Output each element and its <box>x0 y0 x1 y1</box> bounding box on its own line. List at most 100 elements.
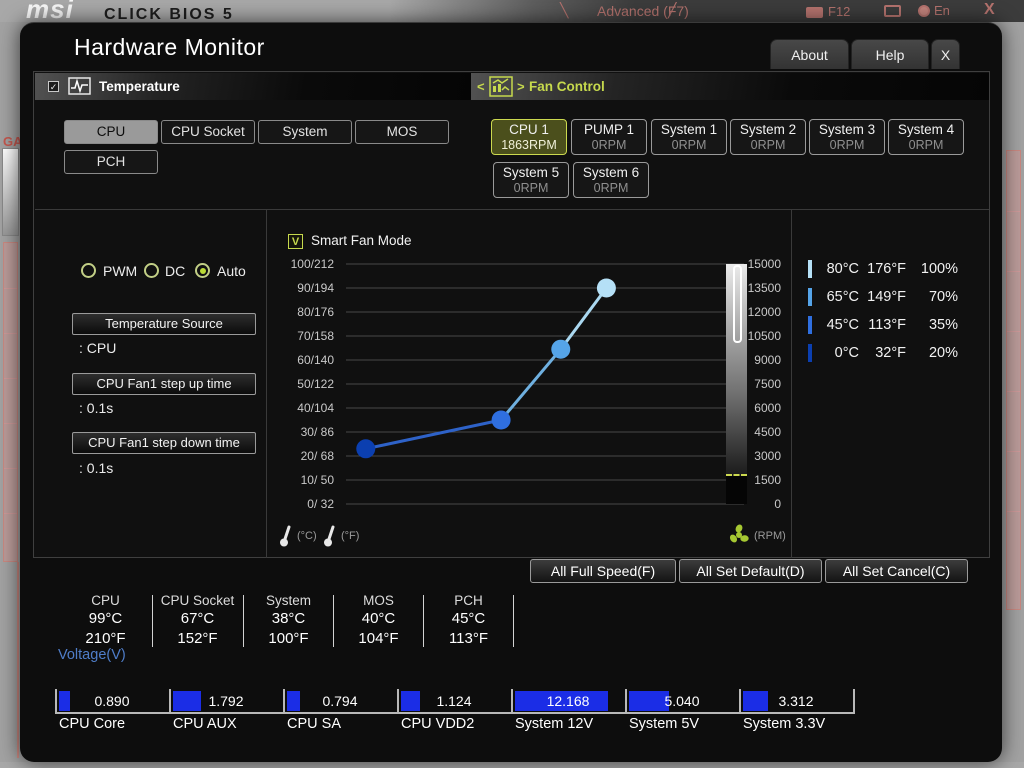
fan-curve-point[interactable] <box>491 410 511 430</box>
all-full-speed-button[interactable]: All Full Speed(F) <box>530 559 676 583</box>
monitor-panel: ✓ Temperature < > Fan Control CPU CPU So… <box>33 71 990 558</box>
radio-pwm-label: PWM <box>103 263 138 279</box>
bios-side-widget <box>2 148 19 236</box>
fan-curve-segment <box>559 287 608 351</box>
decor-slash-right: ╱ <box>668 2 677 18</box>
smart-fan-mode-label: Smart Fan Mode <box>311 233 412 248</box>
fan-name: PUMP 1 <box>583 122 635 137</box>
radio-auto[interactable] <box>195 263 210 278</box>
fan-system4-button[interactable]: System 4 0RPM <box>888 119 964 155</box>
rpm-axis-tick: 9000 <box>754 353 781 367</box>
rpm-axis-tick: 10500 <box>747 329 781 343</box>
temperature-axis-labels: 100/212 90/194 80/176 70/158 60/140 50/122 40/… <box>272 256 334 516</box>
bios-bottom-bar <box>0 762 1024 768</box>
step-up-time-value: : 0.1s <box>79 400 114 416</box>
tab-cpu-socket[interactable]: CPU Socket <box>161 120 255 144</box>
radio-pwm[interactable] <box>81 263 96 278</box>
about-button[interactable]: About <box>770 39 849 69</box>
voltage-section-title: Voltage(V) <box>58 647 126 663</box>
fan-curve-chart[interactable] <box>344 258 749 510</box>
temperature-source-button[interactable]: Temperature Source <box>72 313 256 335</box>
status-separator <box>513 595 514 647</box>
screenshot-icon[interactable] <box>806 7 823 18</box>
voltage-value: 1.792 <box>208 693 244 709</box>
voltage-name: CPU Core <box>59 716 126 732</box>
status-name: CPU Socket <box>160 593 235 608</box>
close-button[interactable]: X <box>931 39 960 69</box>
step-down-time-button[interactable]: CPU Fan1 step down time <box>72 432 256 454</box>
fan-name: System 6 <box>582 165 640 180</box>
status-mos: MOS 40°C 104°F <box>333 593 424 649</box>
chevron-right-icon[interactable]: > <box>517 79 525 94</box>
voltage-value: 3.312 <box>778 693 814 709</box>
temperature-graph-icon <box>68 77 91 95</box>
voltage-name: System 3.3V <box>743 716 826 732</box>
status-cpu-socket: CPU Socket 67°C 152°F <box>152 593 243 649</box>
fan-system5-button[interactable]: System 5 0RPM <box>493 162 569 198</box>
bios-right-panel-edge <box>1006 150 1021 610</box>
language-label: En <box>934 3 950 18</box>
temperature-section-header: ✓ Temperature <box>35 73 471 100</box>
voltage-name: System 5V <box>629 716 700 732</box>
rpm-axis-tick: 4500 <box>754 425 781 439</box>
fan-cpu1-button[interactable]: CPU 1 1863RPM <box>491 119 567 155</box>
celsius-unit-label: (°C) <box>297 530 317 542</box>
monitor-icon[interactable] <box>884 5 901 17</box>
temperature-source-value: : CPU <box>79 340 117 356</box>
voltage-rail-system-3v3: 3.312 System 3.3V <box>739 689 853 735</box>
chevron-left-icon[interactable]: < <box>477 79 485 94</box>
rpm-axis-tick: 0 <box>774 497 781 511</box>
fan-curve-point[interactable] <box>356 439 376 459</box>
status-fahrenheit: 113°F <box>448 630 489 647</box>
status-system: System 38°C 100°F <box>243 593 334 649</box>
duty-temp-c: 80°C <box>826 261 859 277</box>
temperature-axis-tick: 90/194 <box>297 281 334 295</box>
voltage-name: CPU AUX <box>173 716 237 732</box>
panel-divider-right <box>791 209 792 558</box>
fan-curve-point[interactable] <box>551 339 571 359</box>
fan-control-section-label: Fan Control <box>529 79 605 94</box>
voltage-name: System 12V <box>515 716 594 732</box>
fan-system6-button[interactable]: System 6 0RPM <box>573 162 649 198</box>
voltage-value: 0.890 <box>94 693 130 709</box>
celsius-thermometer-icon <box>280 525 291 547</box>
status-celsius: 45°C <box>451 610 486 627</box>
language-icon[interactable] <box>918 5 930 17</box>
step-up-time-button[interactable]: CPU Fan1 step up time <box>72 373 256 395</box>
duty-percent: 20% <box>928 345 958 361</box>
fan-pump1-button[interactable]: PUMP 1 0RPM <box>571 119 647 155</box>
duty-percent: 35% <box>928 317 958 333</box>
status-name: PCH <box>454 593 483 608</box>
status-name: CPU <box>91 593 120 608</box>
fan-curve-point[interactable] <box>596 278 616 298</box>
fan-system1-button[interactable]: System 1 0RPM <box>651 119 727 155</box>
radio-dc[interactable] <box>144 263 159 278</box>
duty-temp-f: 32°F <box>875 345 906 361</box>
rpm-axis-tick: 7500 <box>754 377 781 391</box>
fan-name: System 5 <box>502 165 560 180</box>
voltage-rail-system-5v: 5.040 System 5V <box>625 689 739 735</box>
temperature-axis-tick: 60/140 <box>297 353 334 367</box>
fan-system2-button[interactable]: System 2 0RPM <box>730 119 806 155</box>
tab-pch[interactable]: PCH <box>64 150 158 174</box>
tab-system[interactable]: System <box>258 120 352 144</box>
fan-system3-button[interactable]: System 3 0RPM <box>809 119 885 155</box>
fan-rpm: 0RPM <box>908 138 944 152</box>
rpm-axis-tick: 13500 <box>747 281 781 295</box>
temperature-checkbox[interactable]: ✓ <box>48 81 59 92</box>
tab-cpu[interactable]: CPU <box>64 120 158 144</box>
smart-fan-mode-checkbox[interactable]: V <box>288 234 303 249</box>
status-fahrenheit: 104°F <box>358 630 399 647</box>
voltage-name: CPU SA <box>287 716 341 732</box>
fan-rpm: 1863RPM <box>501 138 557 152</box>
temperature-axis-tick: 40/104 <box>297 401 334 415</box>
all-set-default-button[interactable]: All Set Default(D) <box>679 559 822 583</box>
voltage-rail-cpu-core: 0.890 CPU Core <box>55 689 169 735</box>
help-button[interactable]: Help <box>851 39 929 69</box>
bios-left-edge-line <box>17 562 19 758</box>
tab-mos[interactable]: MOS <box>355 120 449 144</box>
duty-percent: 70% <box>928 289 958 305</box>
hardware-monitor-window: Hardware Monitor About Help X ✓ Temperat… <box>20 22 1002 762</box>
bios-close-icon[interactable]: X <box>984 1 995 19</box>
all-set-cancel-button[interactable]: All Set Cancel(C) <box>825 559 968 583</box>
